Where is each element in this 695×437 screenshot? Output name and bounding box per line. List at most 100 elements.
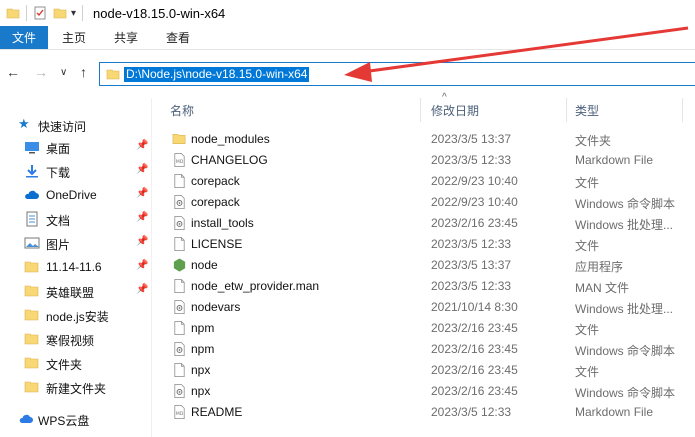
back-icon[interactable]: ← xyxy=(6,64,20,80)
file-date: 2023/2/16 23:45 xyxy=(431,342,518,356)
column-divider[interactable] xyxy=(420,98,421,122)
tab-view[interactable]: 查看 xyxy=(152,26,204,49)
tab-home[interactable]: 主页 xyxy=(48,26,100,49)
file-row[interactable]: npm 2023/2/16 23:45 Windows 命令脚本 xyxy=(152,338,695,359)
star-icon: ★ xyxy=(18,116,30,131)
file-icon xyxy=(174,279,185,293)
file-type: 文件夹 xyxy=(575,134,612,148)
sidebar-item-label: 11.14-11.6 xyxy=(46,260,102,274)
folder-icon xyxy=(24,381,39,393)
sidebar-item-label: 英雄联盟 xyxy=(46,286,95,300)
file-row[interactable]: corepack 2022/9/23 10:40 Windows 命令脚本 xyxy=(152,191,695,212)
pin-icon[interactable]: 📌 xyxy=(136,284,148,295)
pin-icon[interactable]: 📌 xyxy=(136,140,148,151)
file-icon xyxy=(174,363,185,377)
script-icon xyxy=(174,384,185,398)
tab-file[interactable]: 文件 xyxy=(0,26,49,49)
file-type: Markdown File xyxy=(575,153,654,167)
sidebar-item[interactable]: 文档 📌 xyxy=(0,208,152,230)
sidebar-item[interactable]: 图片 📌 xyxy=(0,232,152,254)
sidebar-item-wps-cloud[interactable]: WPS云盘 xyxy=(0,408,152,430)
file-date: 2023/3/5 13:37 xyxy=(431,132,512,146)
file-name: node_etw_provider.man xyxy=(191,279,320,293)
sidebar-item[interactable]: 英雄联盟 📌 xyxy=(0,280,152,302)
file-row[interactable]: LICENSE 2023/3/5 12:33 文件 xyxy=(152,233,695,254)
file-date: 2023/3/5 12:33 xyxy=(431,405,512,419)
onedrive-icon xyxy=(25,190,39,199)
pin-icon[interactable]: 📌 xyxy=(136,236,148,247)
sidebar-item[interactable]: 新建文件夹 xyxy=(0,376,152,398)
sidebar-item-label: 文件夹 xyxy=(46,358,83,372)
file-name: node_modules xyxy=(191,132,270,146)
window-title: node-v18.15.0-win-x64 xyxy=(93,5,226,21)
sidebar-item[interactable]: 下载 📌 xyxy=(0,160,152,182)
pin-icon[interactable]: 📌 xyxy=(136,260,148,271)
file-type: Windows 命令脚本 xyxy=(575,197,676,211)
pin-icon[interactable]: 📌 xyxy=(136,164,148,175)
file-row[interactable]: npm 2023/2/16 23:45 文件 xyxy=(152,317,695,338)
file-row[interactable]: node 2023/3/5 13:37 应用程序 xyxy=(152,254,695,275)
file-row[interactable]: node_modules 2023/3/5 13:37 文件夹 xyxy=(152,128,695,149)
sidebar-item[interactable]: 寒假视频 xyxy=(0,328,152,350)
folder-icon xyxy=(6,8,20,19)
sidebar-item[interactable]: 文件夹 xyxy=(0,352,152,374)
script-icon xyxy=(174,342,185,356)
recent-locations-icon[interactable]: ∨ xyxy=(60,67,67,78)
file-type: Windows 批处理... xyxy=(575,302,674,316)
file-icon xyxy=(174,237,185,251)
file-type: Windows 命令脚本 xyxy=(575,386,676,400)
address-bar[interactable]: D:\Node.js\node-v18.15.0-win-x64 xyxy=(99,62,695,86)
column-header-date[interactable]: 修改日期 xyxy=(431,102,479,119)
file-name: node xyxy=(191,258,218,272)
file-name: nodevars xyxy=(191,300,241,314)
file-type: Markdown File xyxy=(575,405,654,419)
sidebar-item-label: 寒假视频 xyxy=(46,334,95,348)
file-date: 2023/3/5 12:33 xyxy=(431,279,512,293)
pin-icon[interactable]: 📌 xyxy=(136,212,148,223)
file-type: 文件 xyxy=(575,239,600,253)
file-row[interactable]: npx 2023/2/16 23:45 Windows 命令脚本 xyxy=(152,380,695,401)
sidebar-item-label: 文档 xyxy=(46,214,71,228)
sidebar-item[interactable]: OneDrive 📌 xyxy=(0,184,152,206)
folder-icon xyxy=(172,134,186,144)
tab-share[interactable]: 共享 xyxy=(100,26,152,49)
svg-text:MD: MD xyxy=(176,159,184,165)
navigation-bar: ← → ∨ ↑ D:\Node.js\node-v18.15.0-win-x64 xyxy=(0,50,695,98)
file-name: corepack xyxy=(191,174,240,188)
column-header-type[interactable]: 类型 xyxy=(575,102,599,119)
column-header-name[interactable]: 名称 xyxy=(170,102,194,119)
file-row[interactable]: nodevars 2021/10/14 8:30 Windows 批处理... xyxy=(152,296,695,317)
sidebar-item-quick-access[interactable]: ★ 快速访问 xyxy=(0,114,152,136)
file-name: npm xyxy=(191,321,215,335)
column-divider[interactable] xyxy=(682,98,683,122)
new-folder-icon[interactable] xyxy=(53,6,67,20)
file-row[interactable]: MD README 2023/3/5 12:33 Markdown File xyxy=(152,401,695,422)
file-row[interactable]: npx 2023/2/16 23:45 文件 xyxy=(152,359,695,380)
folder-icon xyxy=(24,261,39,273)
address-path[interactable]: D:\Node.js\node-v18.15.0-win-x64 xyxy=(124,67,310,82)
file-date: 2021/10/14 8:30 xyxy=(431,300,518,314)
file-date: 2023/2/16 23:45 xyxy=(431,363,518,377)
column-divider[interactable] xyxy=(566,98,567,122)
svg-text:MD: MD xyxy=(176,411,184,417)
forward-icon[interactable]: → xyxy=(34,64,48,80)
up-icon[interactable]: ↑ xyxy=(80,64,87,80)
file-row[interactable]: corepack 2022/9/23 10:40 文件 xyxy=(152,170,695,191)
file-name: install_tools xyxy=(191,216,254,230)
folder-icon xyxy=(24,285,39,297)
sidebar-item[interactable]: 桌面 📌 xyxy=(0,136,152,158)
folder-icon xyxy=(24,309,39,321)
properties-icon[interactable] xyxy=(33,6,47,20)
script-icon xyxy=(174,300,185,314)
file-row[interactable]: install_tools 2023/2/16 23:45 Windows 批处理.… xyxy=(152,212,695,233)
sidebar-item[interactable]: 11.14-11.6 📌 xyxy=(0,256,152,278)
sidebar-item[interactable]: node.js安装 xyxy=(0,304,152,326)
file-row[interactable]: node_etw_provider.man 2023/3/5 12:33 MAN 文… xyxy=(152,275,695,296)
file-name: corepack xyxy=(191,195,240,209)
customize-toolbar-icon[interactable]: ▾ xyxy=(71,8,76,19)
file-type: 文件 xyxy=(575,323,600,337)
file-row[interactable]: MD CHANGELOG 2023/3/5 12:33 Markdown File xyxy=(152,149,695,170)
sidebar-item-label: 新建文件夹 xyxy=(46,382,107,396)
pin-icon[interactable]: 📌 xyxy=(136,188,148,199)
markdown-file-icon: MD xyxy=(174,153,185,167)
